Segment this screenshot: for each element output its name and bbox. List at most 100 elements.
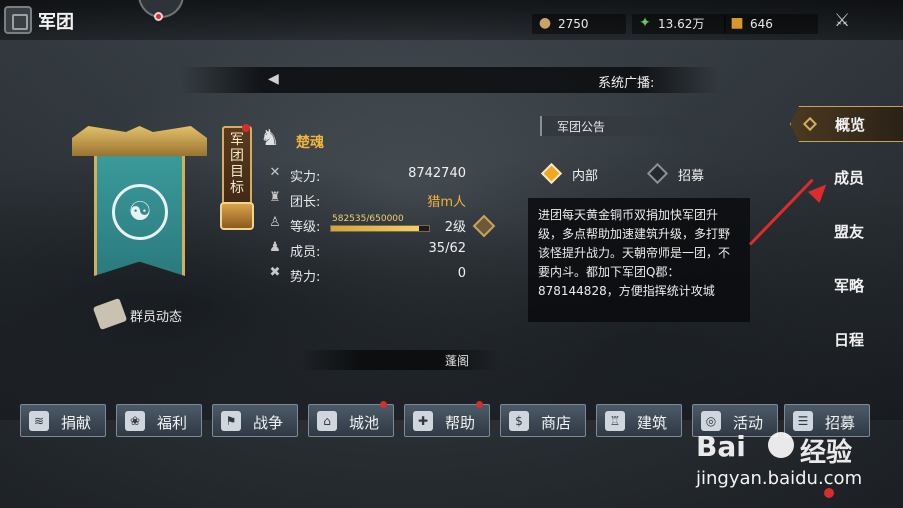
level-progress-text: 582535/650000 [332,214,404,224]
welfare-icon: ❀ [125,411,145,431]
help-notification-dot [476,401,483,408]
side-tabs: 概览 成员 盟友 军略 日程 [790,106,903,376]
tab-overview[interactable]: 概览 [790,106,903,142]
legion-goal-label: 军团目标 [230,132,244,196]
radio-label: 内部 [572,169,599,184]
radio-label: 招募 [678,169,705,184]
top-bar: 军团 ● 2750 ✦ 13.62万 ■ 646 ⚔ [0,0,903,40]
copper-coin-icon: ● [538,15,552,31]
gold-ingot-icon: ■ [730,15,744,31]
baidu-watermark: Bai 经验 jingyan.baidu.com [690,430,890,500]
city-notification-dot [380,401,387,408]
help-icon: ✚ [413,411,433,431]
stat-label: 等级: [290,220,321,235]
resource-grain: ✦ 13.62万 [632,14,726,34]
tab-label: 盟友 [834,223,865,241]
leader-name[interactable]: 猎m人 [427,191,466,210]
stat-label: 团长: [290,195,321,210]
scroll-icon [92,297,128,331]
announcement-box: 进团每天黄金铜币双捐加快军团升级，多点帮助加速建筑升级，多打野该怪提升战力。天朝… [528,198,750,322]
tab-allies[interactable]: 盟友 [790,214,903,250]
speaker-icon: ◀ [268,71,279,87]
war-flag-icon: ⚑ [221,411,241,431]
building-button[interactable]: ♖ 建筑 [596,404,682,437]
tab-schedule[interactable]: 日程 [790,322,903,358]
banner-crest [72,126,207,156]
stat-label: 实力: [290,170,321,185]
help-button[interactable]: ✚ 帮助 [404,401,490,437]
tab-label: 军略 [834,277,865,295]
power-icon: ✖ [269,265,281,280]
city-button[interactable]: ⌂ 城池 [308,401,394,437]
tab-strategy[interactable]: 军略 [790,268,903,304]
activity-icon: ◎ [701,411,721,431]
tab-label: 概览 [835,116,866,134]
rank-icon: ♙ [269,215,281,230]
stat-label: 势力: [290,270,321,285]
action-label: 建筑 [637,414,668,432]
tab-active-marker-icon [802,116,818,132]
stat-members: ♟ 成员: 35/62 [266,240,466,260]
action-label: 帮助 [445,414,476,432]
announcement-title: 军团公告 [557,120,606,134]
tab-members[interactable]: 成员 [790,160,903,196]
resource-copper: ● 2750 [532,14,626,34]
resource-grain-value: 13.62万 [658,17,705,31]
announcement-header: 军团公告 [540,116,750,136]
city-icon: ⌂ [317,411,337,431]
dragon-emblem-icon: ☯ [112,184,168,240]
treasure-chest-icon[interactable] [220,202,254,230]
action-label: 商店 [541,414,572,432]
system-broadcast-bar: ◀ 系统广播: [180,67,720,93]
donate-button[interactable]: ≋ 捐献 [20,404,106,437]
welfare-button[interactable]: ❀ 福利 [116,404,202,437]
war-button[interactable]: ⚑ 战争 [212,404,298,437]
announcement-text: 进团每天黄金铜币双捐加快军团升级，多点帮助加速建筑升级，多打野该怪提升战力。天朝… [538,208,731,298]
page-title: 军团 [38,12,74,33]
shop-button[interactable]: $ 商店 [500,404,586,437]
stat-leader: ♜ 团长: 猎m人 [266,190,466,210]
donate-icon: ≋ [29,411,49,431]
action-label: 捐献 [61,414,92,432]
resource-copper-value: 2750 [558,17,589,31]
radio-unselected-icon [646,162,669,185]
watermark-url: jingyan.baidu.com [696,468,863,489]
legion-banner: ☯ [72,126,207,281]
tab-label: 成员 [834,169,865,187]
member-dynamics-label: 群员动态 [130,310,183,325]
shop-icon: $ [509,411,529,431]
horseman-icon: ♞ [260,126,280,151]
stat-label: 成员: [290,245,321,260]
bottom-notification-dot [824,488,834,498]
helmet-icon: ♜ [269,190,281,205]
pavilion-label: 蓬阁 [445,354,470,368]
stat-strength: ✕ 实力: 8742740 [266,165,466,185]
watermark-brand-latin: Bai [696,430,746,463]
broadcast-label: 系统广播: [598,76,655,91]
close-swords-icon[interactable]: ⚔ [834,10,894,34]
goal-notification-dot [242,124,250,132]
resource-gold-value: 646 [750,17,773,31]
level-up-icon[interactable] [472,214,496,238]
pavilion-bar: 蓬阁 [300,350,500,370]
radio-selected-icon [540,162,563,185]
action-label: 城池 [349,414,380,432]
crossed-swords-icon: ✕ [269,165,281,180]
stat-power: ✖ 势力: 0 [266,265,466,285]
baidu-paw-icon [768,432,794,458]
legion-name: 楚魂 [296,135,324,151]
stat-value: 8742740 [408,166,466,181]
action-label: 福利 [157,414,188,432]
stat-value: 2级 [444,220,466,235]
tab-label: 日程 [834,331,865,349]
level-progress-bar [330,225,430,232]
recruit-icon: ☰ [793,411,813,431]
action-label: 战争 [253,414,284,432]
stat-value: 35/62 [428,241,466,256]
stat-value: 0 [457,266,466,281]
watermark-brand-cn: 经验 [800,438,853,468]
grain-icon: ✦ [639,15,651,31]
notification-dot [154,12,163,21]
back-icon[interactable] [4,6,32,34]
tower-icon: ♖ [605,411,625,431]
